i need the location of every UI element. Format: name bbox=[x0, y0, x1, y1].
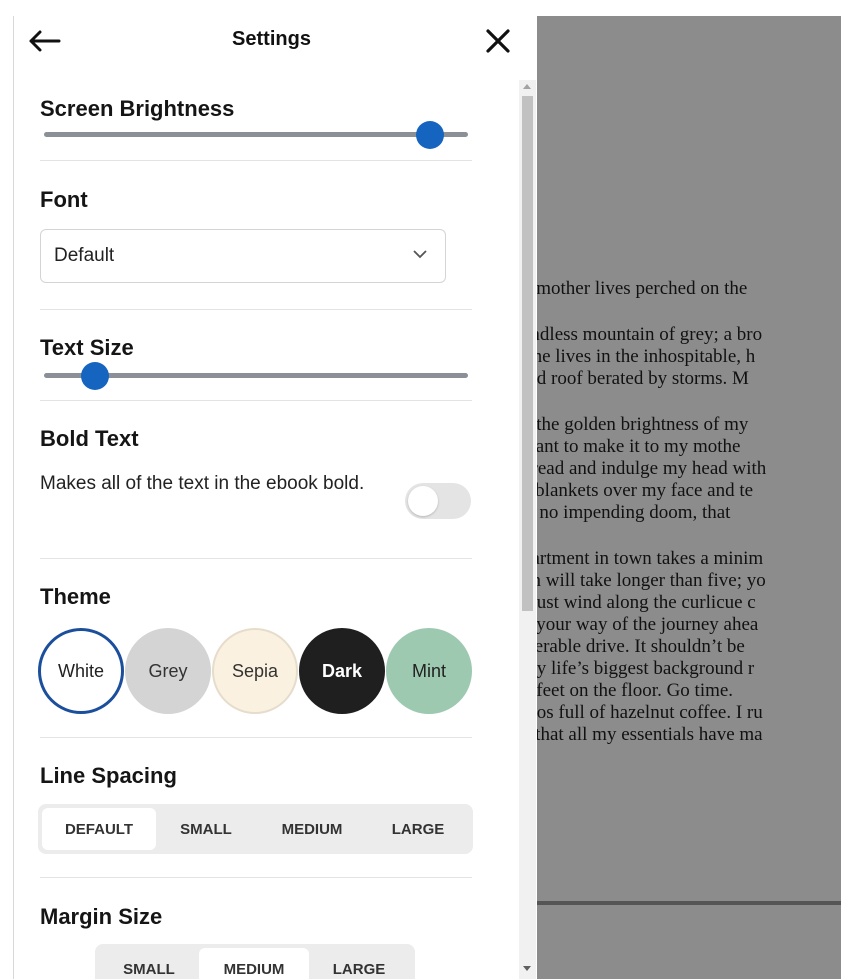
theme-mint[interactable]: Mint bbox=[386, 628, 472, 714]
scrollbar[interactable] bbox=[519, 80, 536, 979]
theme-dark[interactable]: Dark bbox=[299, 628, 385, 714]
reader-page: y mother lives perched on the endless mou… bbox=[536, 16, 841, 979]
book-line: endless mountain of grey; a bro bbox=[536, 324, 763, 345]
close-button[interactable] bbox=[478, 23, 518, 59]
page-divider bbox=[536, 901, 841, 905]
bold-text-label: Bold Text bbox=[40, 426, 139, 451]
line-spacing-large[interactable]: LARGE bbox=[368, 808, 468, 850]
close-icon bbox=[486, 29, 510, 53]
font-select-value: Default bbox=[54, 245, 115, 266]
page-title: Settings bbox=[232, 28, 311, 50]
margin-size-medium[interactable]: MEDIUM bbox=[199, 948, 309, 979]
scrollbar-thumb[interactable] bbox=[522, 96, 533, 611]
brightness-slider[interactable] bbox=[44, 132, 468, 137]
brightness-slider-thumb[interactable] bbox=[415, 121, 444, 149]
font-label: Font bbox=[40, 187, 88, 212]
book-line: is no impending doom, that bbox=[536, 502, 731, 523]
chevron-down-icon bbox=[413, 250, 427, 259]
book-line: mos full of hazelnut coffee. I ru bbox=[536, 702, 763, 723]
book-line: must wind along the curlicue c bbox=[536, 592, 756, 613]
divider bbox=[40, 877, 472, 878]
divider bbox=[40, 160, 472, 161]
divider bbox=[40, 558, 472, 559]
book-line: n your way of the journey ahea bbox=[536, 614, 759, 635]
book-line: partment in town takes a minim bbox=[536, 548, 764, 569]
book-paragraph: y mother lives perched on the bbox=[536, 278, 841, 300]
theme-white[interactable]: White bbox=[38, 628, 124, 714]
book-paragraph: o the golden brightness of my want to ma… bbox=[536, 414, 841, 524]
theme-label: Sepia bbox=[231, 660, 279, 681]
divider bbox=[40, 400, 472, 401]
theme-label: Dark bbox=[321, 660, 363, 681]
toggle-knob bbox=[408, 486, 438, 516]
settings-panel: Settings Screen Brightness Font Default … bbox=[13, 16, 537, 979]
book-line: e that all my essentials have ma bbox=[536, 724, 763, 745]
margin-size-label: Margin Size bbox=[40, 904, 163, 929]
margin-size-small[interactable]: SMALL bbox=[99, 948, 199, 979]
theme-label: Mint bbox=[411, 660, 446, 681]
divider bbox=[40, 737, 472, 738]
scroll-up-icon[interactable] bbox=[523, 84, 531, 89]
book-line: y feet on the floor. Go time. bbox=[536, 680, 734, 701]
book-line: red roof berated by storms. M bbox=[536, 368, 749, 389]
theme-grey[interactable]: Grey bbox=[125, 628, 211, 714]
book-line: e blankets over my face and te bbox=[536, 480, 754, 501]
line-spacing-small[interactable]: SMALL bbox=[156, 808, 256, 850]
margin-size-control: SMALL MEDIUM LARGE bbox=[95, 944, 415, 979]
book-line: o the golden brightness of my bbox=[536, 414, 749, 435]
theme-label: Grey bbox=[148, 660, 188, 681]
font-select[interactable]: Default bbox=[40, 229, 446, 283]
scroll-down-icon[interactable] bbox=[523, 966, 531, 971]
theme-label: Theme bbox=[40, 584, 111, 609]
settings-header: Settings bbox=[14, 16, 537, 68]
book-paragraph: partment in town takes a minim on will ta… bbox=[536, 548, 841, 746]
line-spacing-medium[interactable]: MEDIUM bbox=[256, 808, 368, 850]
book-line: my life’s biggest background r bbox=[536, 658, 755, 679]
line-spacing-label: Line Spacing bbox=[40, 763, 177, 788]
book-line: dread and indulge my head with bbox=[536, 458, 767, 479]
book-line: y mother lives perched on the bbox=[536, 278, 748, 299]
book-paragraph: endless mountain of grey; a bro She lives… bbox=[536, 324, 841, 390]
bold-text-description: Makes all of the text in the ebook bold. bbox=[40, 473, 365, 494]
book-line: on will take longer than five; yo bbox=[536, 570, 766, 591]
line-spacing-default[interactable]: DEFAULT bbox=[42, 808, 156, 850]
text-size-label: Text Size bbox=[40, 335, 134, 360]
theme-sepia[interactable]: Sepia bbox=[212, 628, 298, 714]
bold-text-toggle[interactable] bbox=[405, 483, 471, 519]
book-text: y mother lives perched on the endless mou… bbox=[536, 278, 841, 770]
text-size-slider-thumb[interactable] bbox=[80, 362, 109, 390]
margin-size-large[interactable]: LARGE bbox=[309, 948, 409, 979]
brightness-label: Screen Brightness bbox=[40, 96, 235, 121]
book-line: She lives in the inhospitable, h bbox=[536, 346, 756, 367]
book-line: want to make it to my mothe bbox=[536, 436, 741, 457]
theme-label: White bbox=[57, 660, 104, 681]
divider bbox=[40, 309, 472, 310]
book-line: iserable drive. It shouldn’t be bbox=[536, 636, 745, 657]
line-spacing-control: DEFAULT SMALL MEDIUM LARGE bbox=[38, 804, 473, 854]
